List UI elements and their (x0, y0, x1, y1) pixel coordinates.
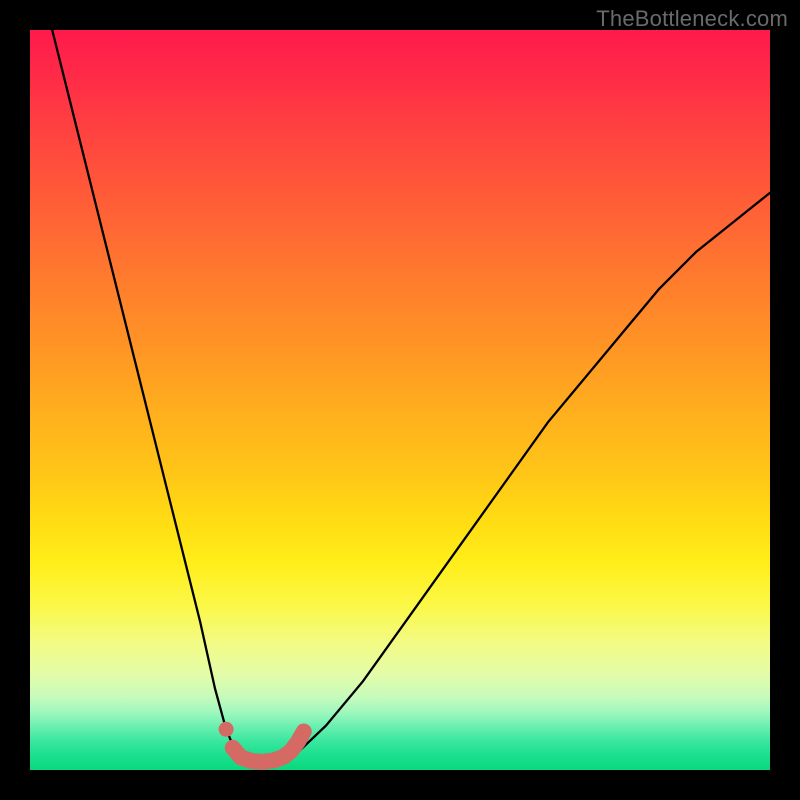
trough-marker-dot (219, 722, 234, 737)
curve-layer (30, 30, 770, 770)
watermark-label: TheBottleneck.com (596, 6, 788, 32)
chart-frame: TheBottleneck.com (0, 0, 800, 800)
trough-marker-band (233, 732, 304, 762)
bottleneck-curve (52, 30, 770, 763)
plot-area (30, 30, 770, 770)
